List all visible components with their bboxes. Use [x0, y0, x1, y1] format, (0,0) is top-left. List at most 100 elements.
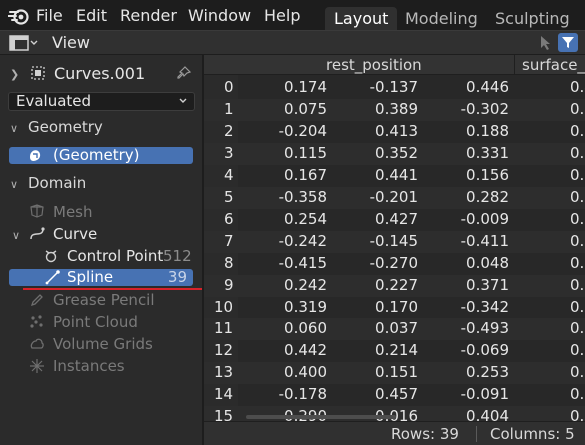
- menu-file[interactable]: File: [36, 6, 63, 25]
- spline-label: Spline: [67, 268, 114, 286]
- cell-rest-position-y: 0.352: [375, 143, 418, 162]
- cell-rest-position-y: -0.270: [369, 253, 418, 272]
- table-row: 6 0.254 0.427 -0.009 0.6: [204, 209, 585, 231]
- tab-layout[interactable]: Layout: [325, 7, 398, 30]
- status-bar: Rows: 39 Columns: 5: [204, 421, 585, 445]
- row-index: 8: [224, 253, 234, 272]
- tab-sculpting[interactable]: Sculpting: [486, 7, 579, 30]
- geometry-section-header[interactable]: ∨ Geometry: [10, 118, 103, 136]
- cell-rest-position-z: -0.342: [460, 297, 509, 316]
- menu-render[interactable]: Render: [120, 6, 177, 25]
- geometry-icon: [30, 150, 41, 161]
- blender-logo-icon[interactable]: [8, 6, 30, 26]
- geometry-item-label: (Geometry): [53, 146, 140, 164]
- table-row: 10 0.319 0.170 -0.342 0.5: [204, 297, 585, 319]
- domain-grease-pencil[interactable]: Grease Pencil: [53, 291, 155, 309]
- filter-icon[interactable]: [558, 33, 578, 52]
- point-cloud-icon: [30, 315, 43, 328]
- table-row: 4 0.167 0.441 0.156 0.6: [204, 165, 585, 187]
- table-row: 0 0.174 -0.137 0.446 0.4: [204, 77, 585, 99]
- column-header-surface[interactable]: surface_: [522, 56, 585, 74]
- table-row: 9 0.242 0.227 0.371 0.6: [204, 274, 585, 297]
- cell-rest-position-y: 0.441: [375, 165, 418, 184]
- view-menu[interactable]: View: [52, 33, 90, 52]
- cell-surface: 0.6: [570, 143, 585, 162]
- tab-modeling[interactable]: Modeling: [396, 7, 487, 30]
- cell-rest-position-y: 0.427: [375, 209, 418, 228]
- domain-spline[interactable]: Spline 39: [9, 268, 193, 286]
- domain-instances[interactable]: Instances: [53, 357, 125, 375]
- row-index: 5: [224, 187, 234, 206]
- cell-rest-position-x: 0.242: [284, 275, 327, 294]
- spreadsheet-editor-icon[interactable]: [8, 34, 38, 52]
- domain-control-point[interactable]: Control Point: [67, 247, 163, 265]
- cell-surface: 0.5: [570, 341, 585, 360]
- cell-rest-position-y: -0.145: [369, 231, 418, 250]
- column-separator[interactable]: [514, 55, 515, 75]
- evaluation-dropdown[interactable]: Evaluated: [8, 92, 195, 111]
- curves-object-icon: [31, 66, 45, 80]
- chevron-down-icon: ∨: [10, 178, 19, 191]
- menu-edit[interactable]: Edit: [76, 6, 107, 25]
- cell-rest-position-z: -0.493: [460, 319, 509, 338]
- row-index: 7: [224, 231, 234, 250]
- curve-expand-chevron[interactable]: ∨: [12, 225, 30, 243]
- domain-mesh[interactable]: Mesh: [53, 203, 93, 221]
- table-row: 7 -0.242 -0.145 -0.411 0.0: [204, 230, 585, 253]
- row-index: 0: [224, 78, 234, 96]
- cell-rest-position-x: -0.178: [278, 385, 327, 404]
- cell-rest-position-x: 0.400: [284, 363, 327, 382]
- cell-surface: 0.8: [570, 121, 585, 140]
- row-index: 13: [214, 363, 234, 382]
- object-row: ❯ Curves.001: [0, 60, 202, 86]
- menu-window[interactable]: Window: [188, 6, 251, 25]
- cell-rest-position-y: 0.389: [375, 99, 418, 118]
- cell-surface: 0.8: [570, 385, 585, 404]
- domain-section-label: Domain: [28, 174, 87, 192]
- object-expand-chevron[interactable]: ❯: [10, 64, 28, 82]
- cell-rest-position-x: -0.415: [278, 253, 327, 272]
- volume-grids-icon: [30, 338, 44, 349]
- object-name: Curves.001: [54, 64, 146, 83]
- cell-surface: 0.4: [570, 78, 585, 96]
- domain-volume-grids[interactable]: Volume Grids: [53, 335, 153, 353]
- select-only-icon[interactable]: [535, 33, 555, 52]
- mesh-icon: [30, 204, 44, 218]
- row-index: 6: [224, 209, 234, 228]
- cell-rest-position-z: -0.069: [460, 341, 509, 360]
- table-row: 12 0.442 0.214 -0.069 0.5: [204, 340, 585, 362]
- curve-icon: [30, 227, 45, 240]
- cell-rest-position-x: -0.204: [278, 121, 327, 140]
- domain-point-cloud[interactable]: Point Cloud: [53, 313, 138, 331]
- cell-rest-position-z: -0.411: [460, 231, 509, 250]
- geometry-item[interactable]: (Geometry): [9, 146, 193, 164]
- grease-pencil-icon: [30, 294, 43, 307]
- cell-rest-position-y: 0.170: [375, 297, 418, 316]
- horizontal-scrollbar[interactable]: [246, 415, 396, 419]
- menu-help[interactable]: Help: [264, 6, 300, 25]
- cell-rest-position-z: 0.282: [466, 187, 509, 206]
- cell-surface: 0.6: [570, 209, 585, 228]
- cell-rest-position-y: 0.037: [375, 319, 418, 338]
- domain-section-header[interactable]: ∨ Domain: [10, 174, 86, 192]
- row-index: 11: [214, 319, 234, 338]
- cell-rest-position-x: 0.060: [284, 319, 327, 338]
- cell-rest-position-x: 0.115: [284, 143, 327, 162]
- cell-rest-position-z: -0.009: [460, 209, 509, 228]
- table-row: 14 -0.178 0.457 -0.091 0.8: [204, 384, 585, 406]
- top-menu-bar: File Edit Render Window Help Layout Mode…: [0, 0, 585, 30]
- cell-rest-position-x: 0.174: [284, 78, 327, 96]
- row-index: 14: [214, 385, 234, 404]
- cell-rest-position-x: 0.167: [284, 165, 327, 184]
- cell-surface: 0.5: [570, 407, 585, 421]
- column-header-rest-position[interactable]: rest_position: [326, 56, 422, 74]
- cell-rest-position-y: 0.457: [375, 385, 418, 404]
- row-index: 3: [224, 143, 234, 162]
- domain-curve[interactable]: Curve: [53, 225, 97, 243]
- spline-count: 39: [167, 268, 187, 286]
- cell-rest-position-y: 0.227: [375, 275, 418, 294]
- pin-icon[interactable]: [176, 65, 192, 81]
- cell-rest-position-z: 0.188: [466, 121, 509, 140]
- cell-rest-position-z: -0.302: [460, 99, 509, 118]
- row-index: 1: [224, 99, 234, 118]
